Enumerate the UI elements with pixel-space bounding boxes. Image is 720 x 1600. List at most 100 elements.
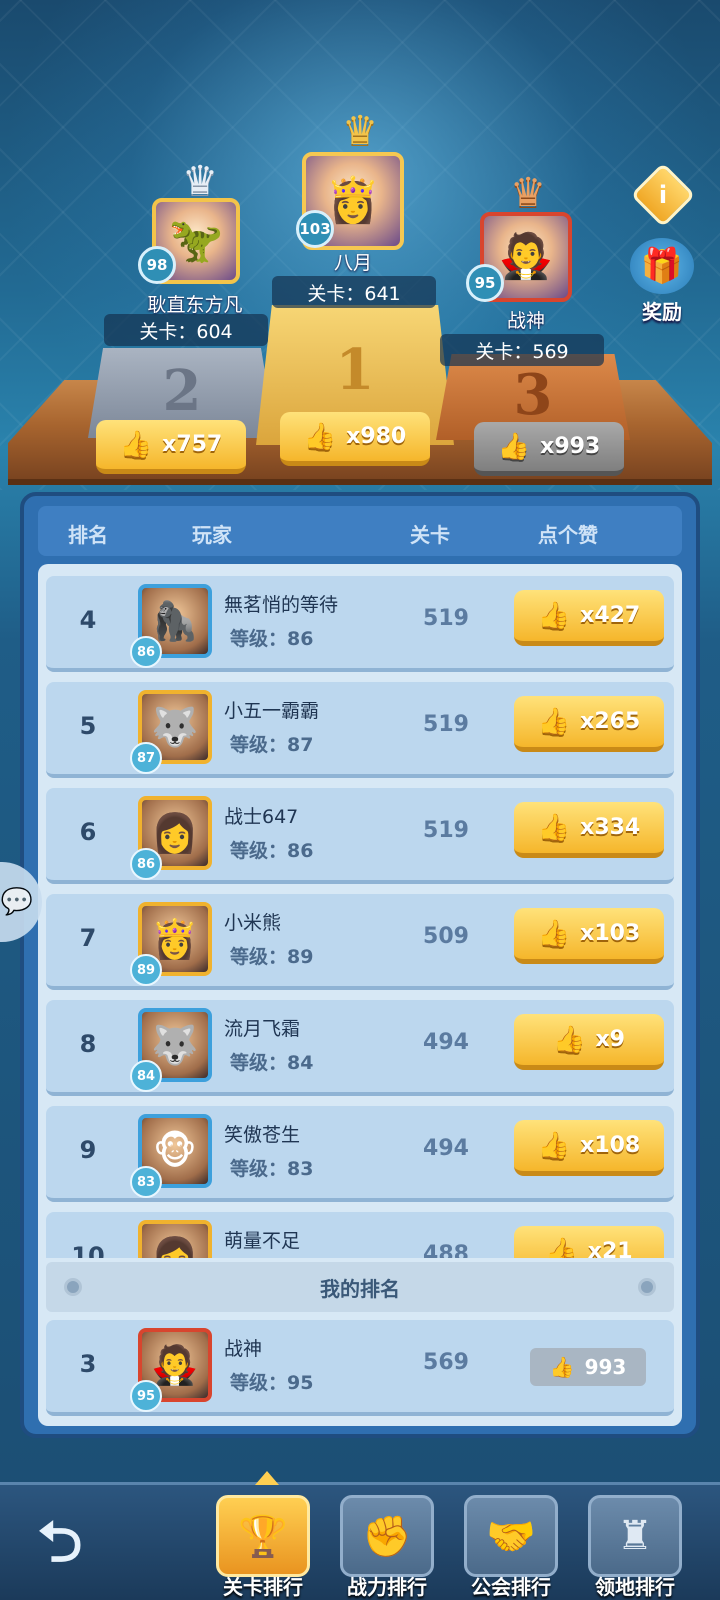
dot-decoration: [64, 1278, 82, 1296]
player-level: 等级：84: [230, 1052, 314, 1074]
castle-tower-icon: ♜: [588, 1495, 682, 1577]
bottom-nav: ⮌ 🏆 关卡排行 ✊ 战力排行 🤝 公会排行 ♜ 领地排行: [0, 1471, 720, 1600]
player-level: 等级：83: [230, 1158, 314, 1180]
tab-label: 战力排行: [347, 1575, 427, 1599]
first-level-badge: 103: [296, 210, 334, 248]
thumbs-up-icon: 👍: [537, 918, 571, 949]
thumbs-up-icon: 👍: [549, 1355, 575, 1379]
active-tab-indicator: [255, 1471, 279, 1485]
player-level: 等级：86: [230, 628, 314, 650]
player-name: 萌量不足: [224, 1230, 301, 1252]
thumbs-up-icon: 👍: [537, 706, 571, 737]
second-like-count: x757: [162, 432, 223, 457]
third-like-button[interactable]: 👍 x993: [474, 422, 624, 476]
player-name: 小米熊: [224, 912, 282, 934]
level-badge: 83: [130, 1166, 162, 1198]
table-row: 5 🐺 87 小五一霸霸 等级：87 519 👍 x265: [46, 682, 674, 778]
first-like-button[interactable]: 👍 x980: [280, 412, 430, 466]
level-badge: 84: [130, 1060, 162, 1092]
bronze-crown-icon: ♛: [510, 170, 546, 216]
row-rank: 6: [79, 818, 97, 846]
third-level-badge: 95: [466, 264, 504, 302]
like-count: x108: [580, 1133, 641, 1158]
reward-label: 奖励: [642, 300, 682, 324]
tab-label: 领地排行: [595, 1575, 675, 1599]
thumbs-up-icon: 👍: [497, 431, 531, 462]
player-avatar[interactable]: 👩: [138, 1220, 212, 1258]
second-stage: 关卡：604: [104, 314, 268, 346]
third-stage: 关卡：569: [440, 334, 604, 366]
podium-area: 2 1 3 ♛ 🦖 98 耿直东方凡 关卡：604 👍 x757 ♛ 👸 103…: [0, 0, 720, 490]
row-rank: 9: [79, 1136, 97, 1164]
podium-third-numeral: 3: [513, 362, 553, 428]
like-button[interactable]: 👍 x108: [514, 1120, 664, 1176]
thumbs-up-icon: 👍: [537, 1130, 571, 1161]
player-name: 流月飞霜: [224, 1018, 301, 1040]
ranking-list[interactable]: 4 🦍 86 無茗悄的等待 等级：86 519 👍 x427 5 🐺 87 小五一…: [38, 564, 682, 1426]
tab-territory-ranking[interactable]: ♜ 领地排行: [584, 1495, 686, 1599]
reward-button[interactable]: 🎁 奖励: [622, 238, 702, 325]
first-name: 八月: [333, 252, 372, 274]
row-rank: 4: [79, 606, 97, 634]
second-like-button[interactable]: 👍 x757: [96, 420, 246, 474]
gold-crown-icon: ♛: [342, 108, 378, 154]
like-button[interactable]: 👍 x265: [514, 696, 664, 752]
thumbs-up-icon: 👍: [537, 812, 571, 843]
player-level: 等级：89: [230, 946, 314, 968]
player-stage: 569: [423, 1350, 469, 1375]
player-name: 战神: [224, 1338, 263, 1360]
player-name: 笑傲苍生: [224, 1124, 301, 1146]
header-player: 玩家: [192, 523, 232, 547]
player-stage: 509: [423, 924, 469, 949]
header-like: 点个赞: [538, 523, 598, 547]
row-rank: 8: [79, 1030, 97, 1058]
handshake-trophy-icon: 🤝: [464, 1495, 558, 1577]
like-button[interactable]: 👍 x21: [514, 1226, 664, 1258]
table-row: 7 👸 89 小米熊 等级：89 509 👍 x103: [46, 894, 674, 990]
second-name: 耿直东方凡: [147, 294, 243, 316]
first-like-count: x980: [346, 424, 407, 449]
tab-label: 关卡排行: [223, 1575, 303, 1599]
level-badge: 89: [130, 954, 162, 986]
table-row: 6 👩 86 战士647 等级：86 519 👍 x334: [46, 788, 674, 884]
podium-second-numeral: 2: [162, 358, 202, 424]
like-button[interactable]: 👍 x427: [514, 590, 664, 646]
third-like-count: x993: [540, 434, 601, 459]
player-stage: 494: [423, 1136, 469, 1161]
header-rank: 排名: [68, 523, 108, 547]
like-count: x265: [580, 709, 641, 734]
ranking-panel: 排名 玩家 关卡 点个赞 4 🦍 86 無茗悄的等待 等级：86 519 👍 x4…: [20, 492, 700, 1438]
back-arrow-icon[interactable]: ⮌: [20, 1513, 100, 1573]
like-button[interactable]: 👍 x9: [514, 1014, 664, 1070]
level-badge: 87: [130, 742, 162, 774]
podium-first-numeral: 1: [335, 337, 375, 403]
tab-guild-ranking[interactable]: 🤝 公会排行: [460, 1495, 562, 1599]
tab-label: 公会排行: [471, 1575, 551, 1599]
level-badge: 95: [130, 1380, 162, 1412]
my-rank-header: 我的排名: [46, 1262, 674, 1312]
table-row: 9 🐵 83 笑傲苍生 等级：83 494 👍 x108: [46, 1106, 674, 1202]
tab-power-ranking[interactable]: ✊ 战力排行: [336, 1495, 438, 1599]
table-row: 8 🐺 84 流月飞霜 等级：84 494 👍 x9: [46, 1000, 674, 1096]
player-level: 等级：87: [230, 734, 314, 756]
first-stage: 关卡：641: [272, 276, 436, 308]
table-row: 10 👩 萌量不足 488 👍 x21: [46, 1212, 674, 1258]
player-stage: 519: [423, 606, 469, 631]
player-stage: 519: [423, 818, 469, 843]
like-count: x21: [587, 1239, 633, 1258]
second-level-badge: 98: [138, 246, 176, 284]
third-name: 战神: [506, 310, 545, 332]
like-button[interactable]: 👍 x334: [514, 802, 664, 858]
level-badge: 86: [130, 848, 162, 880]
tab-stage-ranking[interactable]: 🏆 关卡排行: [212, 1495, 314, 1599]
like-count: x9: [595, 1027, 625, 1052]
my-rank-title: 我的排名: [320, 1276, 400, 1301]
list-clip: 10 👩 萌量不足 488 👍 x21: [38, 1204, 682, 1258]
my-like-count-display: 👍 993: [530, 1348, 646, 1386]
my-rank-row: 3 🧛 95 战神 等级：95 569 👍 993: [46, 1320, 674, 1416]
like-button[interactable]: 👍 x103: [514, 908, 664, 964]
like-count: x427: [580, 603, 641, 628]
info-icon: i: [658, 181, 668, 209]
player-name: 無茗悄的等待: [224, 594, 339, 616]
thumbs-up-icon: 👍: [545, 1236, 578, 1259]
